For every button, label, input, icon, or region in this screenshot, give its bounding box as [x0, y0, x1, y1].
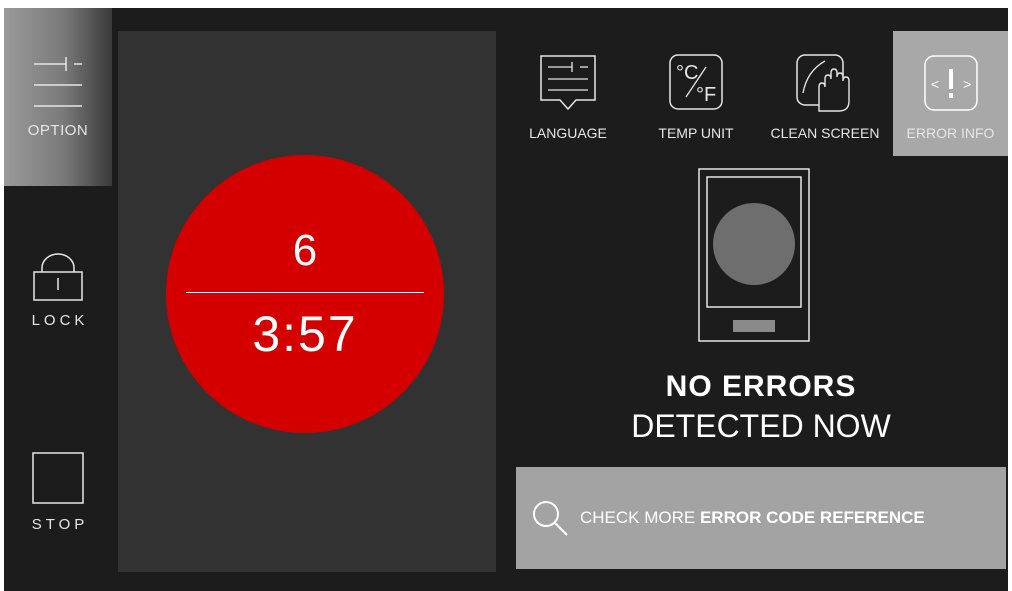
- timer-circle[interactable]: 6 3:57: [166, 155, 444, 433]
- app-screen: OPTION LOCK STOP 6 3:57 LANGUAGE °C °F T…: [4, 8, 1008, 591]
- svg-text:>: >: [963, 76, 971, 92]
- timer-panel: 6 3:57: [118, 31, 496, 572]
- timer-divider: [186, 292, 424, 293]
- reference-button-label: CHECK MORE ERROR CODE REFERENCE: [580, 508, 925, 528]
- timer-count: 6: [292, 226, 318, 275]
- fahrenheit-glyph: °F: [696, 84, 716, 106]
- lock-button[interactable]: LOCK: [4, 250, 112, 350]
- stop-label: STOP: [31, 516, 89, 533]
- lock-label: LOCK: [31, 312, 89, 329]
- status-subtitle: DETECTED NOW: [631, 408, 891, 444]
- timer-time: 3:57: [252, 306, 358, 362]
- tab-language-label: LANGUAGE: [529, 125, 607, 141]
- temp-unit-icon: °C °F: [669, 54, 723, 110]
- error-info-icon: < >: [923, 55, 978, 111]
- stop-square-icon: [32, 452, 84, 504]
- device-illustration-icon: [698, 168, 810, 342]
- tab-temp-unit[interactable]: °C °F TEMP UNIT: [642, 31, 750, 156]
- language-speech-icon: [540, 55, 596, 111]
- tab-clean-screen-label: CLEAN SCREEN: [770, 125, 880, 141]
- error-code-reference-button[interactable]: CHECK MORE ERROR CODE REFERENCE: [516, 467, 1006, 569]
- tab-language[interactable]: LANGUAGE: [514, 31, 622, 156]
- tab-clean-screen[interactable]: CLEAN SCREEN: [762, 31, 888, 156]
- tab-error-info-label: ERROR INFO: [906, 125, 995, 141]
- stop-button[interactable]: STOP: [4, 452, 112, 552]
- svg-text:<: <: [931, 76, 939, 92]
- reference-prefix: CHECK MORE: [580, 508, 700, 527]
- tab-error-info[interactable]: < > ERROR INFO: [893, 31, 1008, 156]
- lock-icon: [33, 253, 83, 301]
- reference-emphasis: ERROR CODE REFERENCE: [699, 508, 925, 527]
- celsius-glyph: °C: [676, 62, 698, 84]
- tab-temp-unit-label: TEMP UNIT: [658, 125, 734, 141]
- clean-screen-hand-icon: [796, 54, 850, 112]
- search-icon: [533, 501, 568, 536]
- option-sliders-icon: [34, 57, 82, 107]
- option-button[interactable]: OPTION: [4, 8, 112, 186]
- status-title: NO ERRORS: [665, 370, 857, 403]
- option-label: OPTION: [27, 122, 89, 139]
